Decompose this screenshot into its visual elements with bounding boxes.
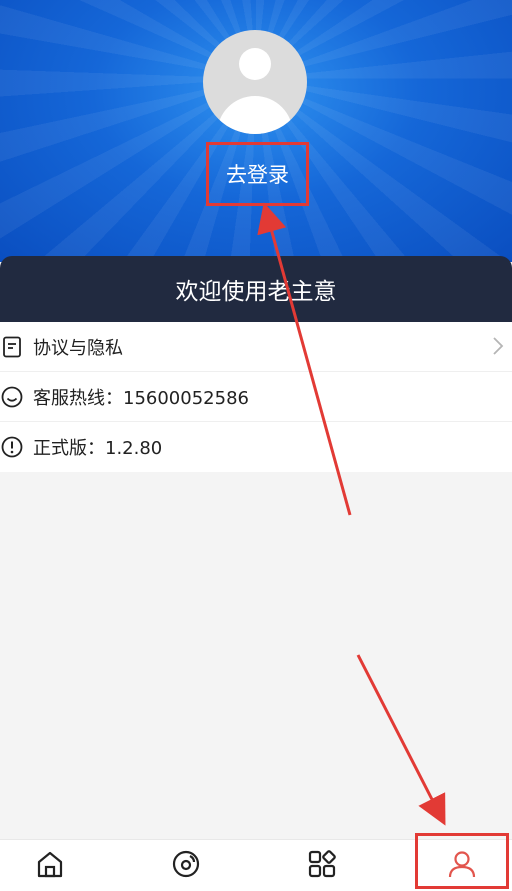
menu-item-label: 客服热线：15600052586 — [33, 387, 249, 409]
chevron-right-icon — [492, 336, 504, 361]
tab-home[interactable] — [0, 840, 100, 891]
tab-discover[interactable] — [136, 840, 236, 891]
menu-item-hotline[interactable]: 客服热线：15600052586 — [0, 372, 512, 422]
tab-apps[interactable] — [272, 840, 372, 891]
menu-item-privacy[interactable]: 协议与隐私 — [0, 322, 512, 372]
avatar-body-shape — [217, 96, 293, 134]
tab-profile[interactable] — [412, 840, 512, 891]
settings-menu: 协议与隐私 客服热线：15600052586 正式版：1.2.80 — [0, 322, 512, 472]
profile-icon — [446, 848, 478, 884]
welcome-banner: 欢迎使用老主意 — [0, 256, 512, 322]
info-icon — [1, 436, 23, 458]
home-icon — [35, 849, 65, 883]
avatar-head-shape — [239, 48, 271, 80]
discover-icon — [170, 848, 202, 884]
profile-header: 去登录 — [0, 0, 512, 262]
menu-item-label: 协议与隐私 — [33, 337, 123, 359]
menu-item-version[interactable]: 正式版：1.2.80 — [0, 422, 512, 472]
apps-icon — [306, 848, 338, 884]
menu-item-label: 正式版：1.2.80 — [33, 438, 163, 459]
profile-page: 去登录 欢迎使用老主意 协议与隐私 客服热线：15600052586 正式版：1… — [0, 0, 512, 891]
login-button[interactable]: 去登录 — [206, 142, 309, 206]
bottom-tab-bar — [0, 839, 512, 891]
avatar[interactable] — [203, 30, 307, 134]
smile-icon — [1, 386, 23, 408]
document-icon — [1, 336, 23, 358]
